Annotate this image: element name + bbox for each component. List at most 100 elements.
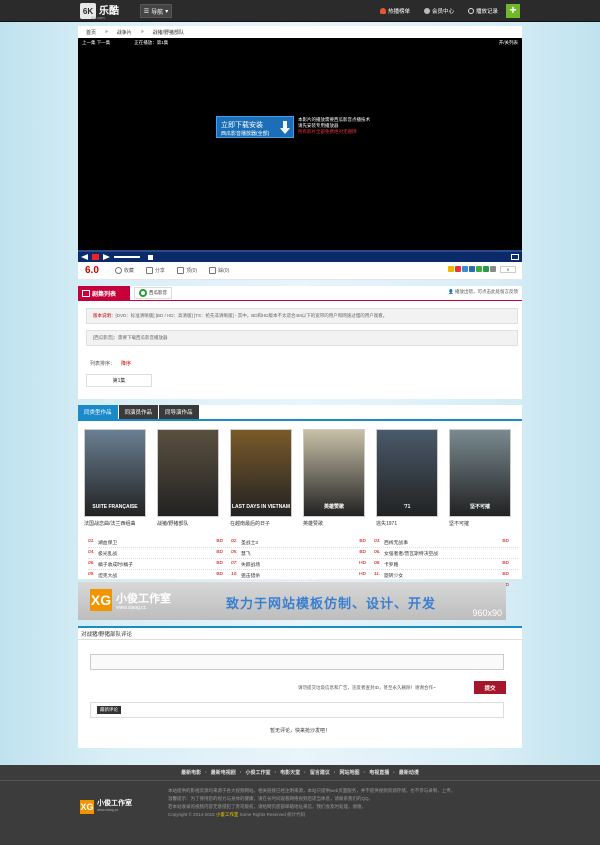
list-item[interactable]: 08. 卡罗路 BD: [374, 561, 517, 568]
item-title[interactable]: 狙击猎杀: [241, 572, 260, 579]
source-tab[interactable]: 西瓜影音: [134, 287, 172, 299]
poster-item[interactable]: LAST DAYS IN VIETNAM 在越南最后的日子: [230, 429, 292, 530]
item-title[interactable]: 橘子收成时/橘子: [98, 561, 133, 568]
volume-slider[interactable]: [114, 256, 140, 258]
list-item[interactable]: 09. 坦克大战 BD: [88, 572, 231, 579]
poster-item[interactable]: 战猪/野猪部队: [157, 429, 219, 530]
ad-banner[interactable]: XG 小俊工作室 www.xiaog.cc 致力于网站模板仿制、设计、开发 96…: [78, 582, 506, 620]
crumb-home[interactable]: 首页: [86, 29, 96, 36]
item-title[interactable]: 湖血保卫: [98, 539, 117, 546]
footer-logo[interactable]: XG 小俊工作室 www.xiaog.cc: [80, 800, 132, 814]
pause-icon[interactable]: [92, 254, 99, 260]
prev-next-episode[interactable]: 上一集 下一集: [82, 40, 110, 46]
crumb-category[interactable]: 战争片: [117, 29, 132, 36]
poster-name[interactable]: 逃失1971: [376, 520, 438, 530]
copy-highlight[interactable]: 小俊工作室: [216, 812, 239, 817]
list-item[interactable]: 01. 湖血保卫 BD: [88, 539, 231, 546]
tab-same-genre[interactable]: 同类型作品: [78, 405, 118, 419]
item-quality: HD: [359, 571, 366, 577]
footer-link[interactable]: 小俊工作室: [245, 769, 270, 776]
poster-image[interactable]: 英雄赞歌: [303, 429, 365, 517]
list-item[interactable]: 04. 极光乱战 BD: [88, 550, 231, 557]
poster-image[interactable]: SUITE FRANÇAISE: [84, 429, 146, 517]
download-player-button[interactable]: 立即下载安装 西瓜影音播放器(全部): [216, 116, 294, 138]
comment-textarea[interactable]: [90, 654, 504, 670]
footer-line-3: 若本站收录的视频内容无意侵犯了贵司版权，请给网页底部邮箱地址来信，我们会及时处理…: [168, 804, 366, 809]
list-item[interactable]: 11. 旋转少女 BD: [374, 572, 517, 579]
history-link[interactable]: 播放记录: [467, 7, 498, 15]
thumb-up-button[interactable]: 顶(0): [176, 267, 197, 274]
footer-link[interactable]: 最新电视剧: [211, 769, 236, 776]
list-item[interactable]: 07. 失踪战场 HD: [231, 561, 374, 568]
footer-link[interactable]: 电影天堂: [280, 769, 300, 776]
thumb-down-button[interactable]: 踩(0): [209, 267, 229, 274]
footer-link[interactable]: 网站地图: [340, 769, 360, 776]
progress-bar[interactable]: [78, 250, 522, 252]
item-title[interactable]: 卡罗路: [384, 561, 398, 568]
poster-name[interactable]: 法国战恋曲/法兰西组曲: [84, 520, 146, 530]
renren-icon[interactable]: [469, 266, 475, 272]
top-links: 热播榜单 会员中心 播放记录 +: [379, 0, 520, 22]
poster-image[interactable]: '71: [376, 429, 438, 517]
poster-image[interactable]: [157, 429, 219, 517]
item-title[interactable]: 西线无战事: [384, 539, 408, 546]
wechat-icon[interactable]: [476, 266, 482, 272]
hot-list-link[interactable]: 热播榜单: [379, 7, 410, 15]
stop-icon[interactable]: [148, 254, 153, 260]
poster-name[interactable]: 坚不可摧: [449, 520, 511, 530]
poster-item[interactable]: SUITE FRANÇAISE 法国战恋曲/法兰西组曲: [84, 429, 146, 530]
list-row: 06. 橘子收成时/橘子 BD 07. 失踪战场 HD 08. 卡罗路 BD: [88, 559, 518, 570]
thumb-up-icon: [176, 267, 184, 274]
member-link[interactable]: 会员中心: [423, 7, 454, 15]
poster-name[interactable]: 战猪/野猪部队: [157, 520, 219, 530]
poster-item[interactable]: 英雄赞歌 英雄赞歌: [303, 429, 365, 530]
video-player[interactable]: 上一集 下一集 正在播放：第1集 开/关列表 立即下载安装 西瓜影音播放器(全部…: [78, 38, 522, 262]
rewind-icon[interactable]: [81, 254, 88, 260]
list-item[interactable]: 03. 西线无战事 BD: [374, 539, 517, 546]
share-button[interactable]: 分享: [145, 267, 165, 274]
footer-link[interactable]: 最新电影: [181, 769, 201, 776]
poster-image[interactable]: LAST DAYS IN VIETNAM: [230, 429, 292, 517]
report-link[interactable]: 👤 播放出错，可点击此处留言反馈: [448, 289, 518, 295]
collect-button[interactable]: 收藏: [114, 267, 134, 274]
item-title[interactable]: 慧飞: [241, 550, 251, 557]
qzone-icon[interactable]: [448, 266, 454, 272]
footer-link[interactable]: 电视直播: [369, 769, 389, 776]
toggle-list[interactable]: 开/关列表: [499, 40, 518, 46]
tab-same-actor[interactable]: 同演员作品: [118, 405, 159, 419]
weibo-icon[interactable]: [455, 266, 461, 272]
tab-same-director[interactable]: 同导演作品: [159, 405, 199, 419]
qq-icon[interactable]: [462, 266, 468, 272]
collect-label: 收藏: [123, 268, 134, 274]
item-title[interactable]: 女强者者/普瓦斯特决空战: [384, 550, 438, 557]
submit-button[interactable]: 提交: [474, 681, 506, 694]
list-item[interactable]: 02. 圣战士3 BD: [231, 539, 374, 546]
poster-image[interactable]: 坚不可摧: [449, 429, 511, 517]
playlist-tab[interactable]: 剧集列表: [78, 286, 130, 300]
poster-name[interactable]: 英雄赞歌: [303, 520, 365, 530]
fullscreen-icon[interactable]: [511, 254, 519, 260]
list-item[interactable]: 05. 慧飞 BD: [231, 550, 374, 557]
footer-link[interactable]: 最新动漫: [399, 769, 419, 776]
add-button[interactable]: +: [506, 4, 520, 18]
list-item[interactable]: 10. 狙击猎杀 HD: [231, 572, 374, 579]
forward-icon[interactable]: [103, 254, 110, 260]
list-item[interactable]: 06. 女强者者/普瓦斯特决空战: [374, 550, 517, 557]
list-item[interactable]: 06. 橘子收成时/橘子 BD: [88, 561, 231, 568]
poster-item[interactable]: '71 逃失1971: [376, 429, 438, 530]
poster-title: 英雄赞歌: [323, 504, 344, 510]
poster-item[interactable]: 坚不可摧 坚不可摧: [449, 429, 511, 530]
poster-name[interactable]: 在越南最后的日子: [230, 520, 292, 530]
episode-button[interactable]: 第1集: [86, 374, 152, 387]
nav-menu-button[interactable]: ☰ 导航 ▾: [140, 4, 172, 18]
item-title[interactable]: 圣战士3: [241, 539, 258, 546]
item-title[interactable]: 坦克大战: [98, 572, 117, 579]
more-share-icon[interactable]: [490, 266, 496, 272]
sort-value[interactable]: 降序: [121, 361, 131, 367]
item-title[interactable]: 极光乱战: [98, 550, 117, 557]
douban-icon[interactable]: [483, 266, 489, 272]
item-title[interactable]: 旋转少女: [384, 572, 403, 579]
item-title[interactable]: 失踪战场: [241, 561, 260, 568]
footer-link[interactable]: 留言建议: [310, 769, 330, 776]
site-logo[interactable]: 6K 乐酷 6K.com: [80, 2, 119, 20]
